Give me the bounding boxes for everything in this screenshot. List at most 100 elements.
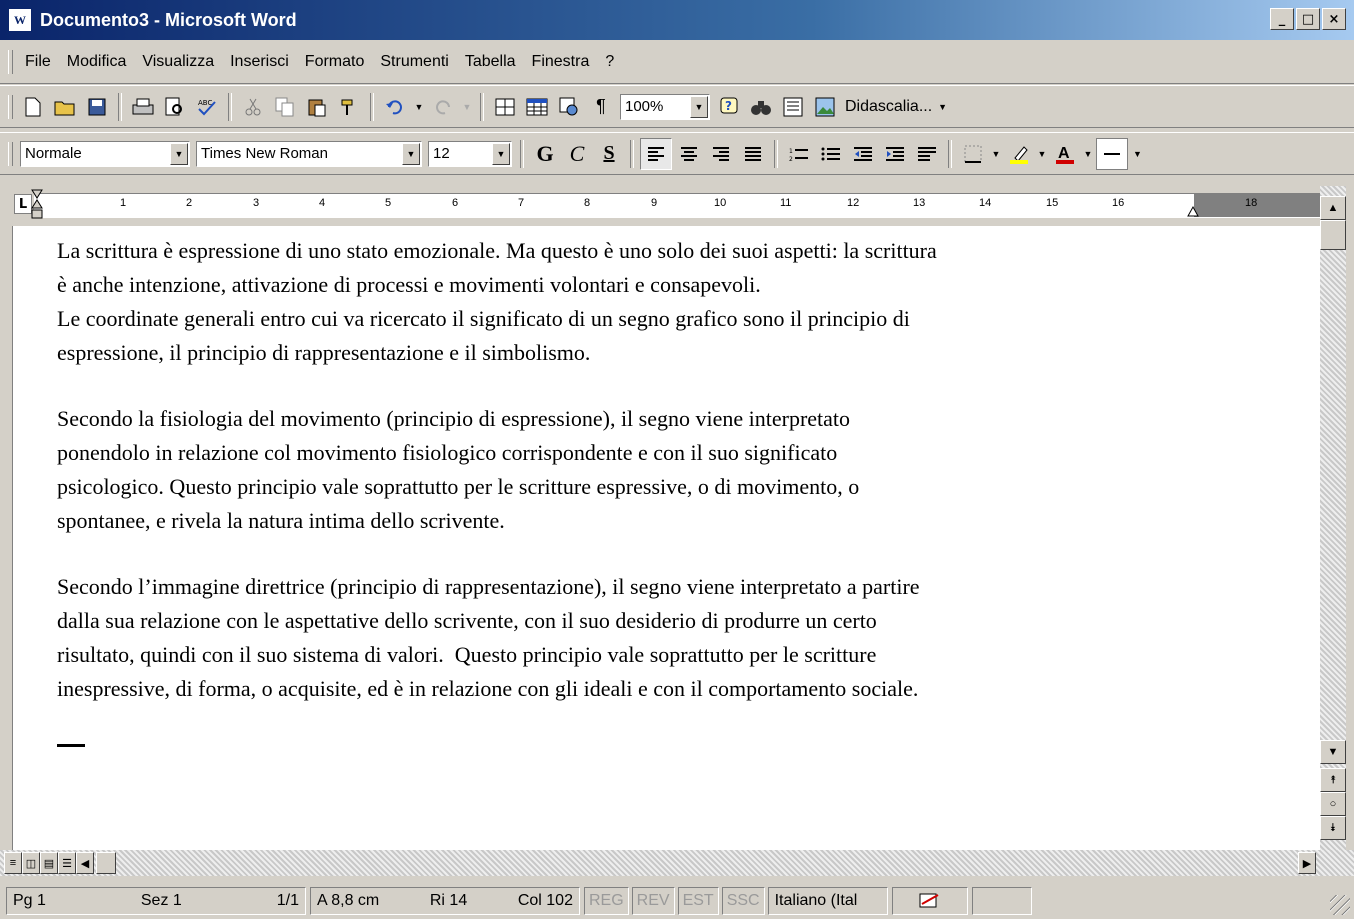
outline-view-icon[interactable]: ☰	[58, 852, 76, 874]
align-center-icon[interactable]	[674, 139, 704, 169]
horizontal-scrollbar[interactable]: ≡ ◫ ▤ ☰ ◀ ▶	[0, 850, 1354, 876]
toolbar-grip[interactable]	[8, 94, 13, 119]
menu-formato[interactable]: Formato	[297, 53, 373, 71]
minimize-button[interactable]: _	[1270, 8, 1294, 30]
paragraph-2[interactable]: Secondo la fisiologia del movimento (pri…	[57, 402, 1297, 538]
zoom-select[interactable]: 100% ▼	[620, 93, 710, 120]
menu-finestra[interactable]: Finestra	[524, 53, 598, 71]
find-binoculars-icon[interactable]	[746, 92, 776, 122]
indent-marker-icon[interactable]	[30, 188, 44, 222]
undo-dropdown-icon[interactable]: ▼	[412, 92, 426, 122]
font-size-select[interactable]: 12 ▼	[428, 140, 512, 167]
italic-button[interactable]: C	[562, 139, 592, 169]
help-icon[interactable]: ?	[714, 92, 744, 122]
paragraph-3[interactable]: Secondo l’immagine direttrice (principio…	[57, 570, 1297, 706]
bold-button[interactable]: G	[530, 139, 560, 169]
cut-icon[interactable]	[238, 92, 268, 122]
copy-icon[interactable]	[270, 92, 300, 122]
highlight-icon[interactable]	[1004, 139, 1034, 169]
menu-inserisci[interactable]: Inserisci	[222, 53, 297, 71]
print-icon[interactable]	[128, 92, 158, 122]
spelling-icon[interactable]: ABC	[192, 92, 222, 122]
print-preview-icon[interactable]	[160, 92, 190, 122]
bullets-icon[interactable]	[816, 139, 846, 169]
chevron-down-icon[interactable]: ▼	[402, 142, 420, 165]
redo-icon[interactable]	[428, 92, 458, 122]
numbering-icon[interactable]: 12	[784, 139, 814, 169]
menu-file[interactable]: File	[17, 53, 59, 71]
font-color-dropdown-icon[interactable]: ▼	[1082, 139, 1094, 169]
menu-tabella[interactable]: Tabella	[457, 53, 524, 71]
select-browse-object-icon[interactable]: ○	[1320, 792, 1346, 816]
menu-visualizza[interactable]: Visualizza	[134, 53, 222, 71]
scroll-thumb[interactable]	[1320, 220, 1346, 250]
font-color-icon[interactable]: A	[1050, 139, 1080, 169]
new-document-icon[interactable]	[18, 92, 48, 122]
status-page-info[interactable]: Pg 1 Sez 1 1/1	[6, 886, 306, 915]
web-layout-view-icon[interactable]: ◫	[22, 852, 40, 874]
resize-grip-icon[interactable]	[1330, 895, 1350, 915]
decrease-indent-icon[interactable]	[848, 139, 878, 169]
status-position[interactable]: A 8,8 cm Ri 14 Col 102	[310, 886, 580, 915]
borders-icon[interactable]	[958, 139, 988, 169]
vertical-scrollbar[interactable]: ▲ ▼ ⯭ ○ ⯯	[1320, 186, 1346, 850]
toolbar-grip[interactable]	[8, 141, 13, 166]
caption-button[interactable]: Didascalia...	[845, 98, 932, 116]
tables-borders-icon[interactable]	[490, 92, 520, 122]
next-page-icon[interactable]: ⯯	[1320, 816, 1346, 840]
chevron-down-icon[interactable]: ▼	[492, 142, 510, 165]
increase-indent-icon[interactable]	[880, 139, 910, 169]
maximize-button[interactable]: □	[1296, 8, 1320, 30]
document-area[interactable]: La scrittura è espressione di uno stato …	[12, 226, 1320, 850]
menu-modifica[interactable]: Modifica	[59, 53, 135, 71]
style-select[interactable]: Normale ▼	[20, 140, 190, 167]
insert-table-icon[interactable]	[522, 92, 552, 122]
align-right-icon[interactable]	[706, 139, 736, 169]
insert-picture-icon[interactable]	[810, 92, 840, 122]
scroll-right-icon[interactable]: ▶	[1298, 852, 1316, 874]
status-ovr[interactable]: SSC	[721, 886, 765, 915]
save-icon[interactable]	[82, 92, 112, 122]
chevron-down-icon[interactable]: ▼	[170, 142, 188, 165]
redo-dropdown-icon[interactable]: ▼	[460, 92, 474, 122]
right-indent-marker-icon[interactable]	[1186, 204, 1200, 218]
close-button[interactable]: ×	[1322, 8, 1346, 30]
align-left-icon[interactable]	[640, 137, 672, 170]
status-ext[interactable]: EST	[677, 886, 719, 915]
highlight-dropdown-icon[interactable]: ▼	[1036, 139, 1048, 169]
menu-strumenti[interactable]: Strumenti	[372, 53, 456, 71]
borders-dropdown-icon[interactable]: ▼	[990, 139, 1002, 169]
scroll-left-icon[interactable]: ◀	[76, 852, 94, 874]
line-style-icon[interactable]	[1096, 137, 1128, 170]
print-layout-view-icon[interactable]: ▤	[40, 852, 58, 874]
status-rev[interactable]: REV	[631, 886, 675, 915]
horizontal-ruler[interactable]: L 1 2 3 4 5 6 7 8 9 10 11 12 13 14 15 16…	[12, 186, 1320, 224]
menubar-grip[interactable]	[8, 49, 13, 74]
paragraph-1[interactable]: La scrittura è espressione di uno stato …	[57, 234, 1297, 370]
spelling-status-icon[interactable]	[891, 886, 968, 915]
document-map-icon[interactable]	[778, 92, 808, 122]
previous-page-icon[interactable]: ⯭	[1320, 768, 1346, 792]
outline-level-icon[interactable]	[912, 139, 942, 169]
scroll-down-icon[interactable]: ▼	[1320, 740, 1346, 764]
font-select[interactable]: Times New Roman ▼	[196, 140, 422, 167]
format-painter-icon[interactable]	[334, 92, 364, 122]
toolbar-options-icon[interactable]: ▼	[1133, 149, 1142, 159]
horizontal-scroll-thumb[interactable]	[96, 852, 116, 874]
status-language[interactable]: Italiano (Ital	[767, 886, 888, 915]
scroll-up-icon[interactable]: ▲	[1320, 196, 1346, 220]
open-folder-icon[interactable]	[50, 92, 80, 122]
undo-icon[interactable]	[380, 92, 410, 122]
status-rec[interactable]: REG	[584, 886, 629, 915]
show-hide-icon[interactable]: ¶	[586, 92, 616, 122]
normal-view-icon[interactable]: ≡	[4, 852, 22, 874]
drawing-icon[interactable]	[554, 92, 584, 122]
paste-icon[interactable]	[302, 92, 332, 122]
toolbar-options-icon[interactable]: ▼	[938, 102, 947, 112]
menu-help[interactable]: ?	[597, 53, 622, 71]
justify-icon[interactable]	[738, 139, 768, 169]
ruler-strip[interactable]	[34, 193, 1320, 218]
underline-button[interactable]: S	[594, 139, 624, 169]
word-app-icon[interactable]: W	[8, 8, 32, 32]
chevron-down-icon[interactable]: ▼	[690, 95, 708, 118]
